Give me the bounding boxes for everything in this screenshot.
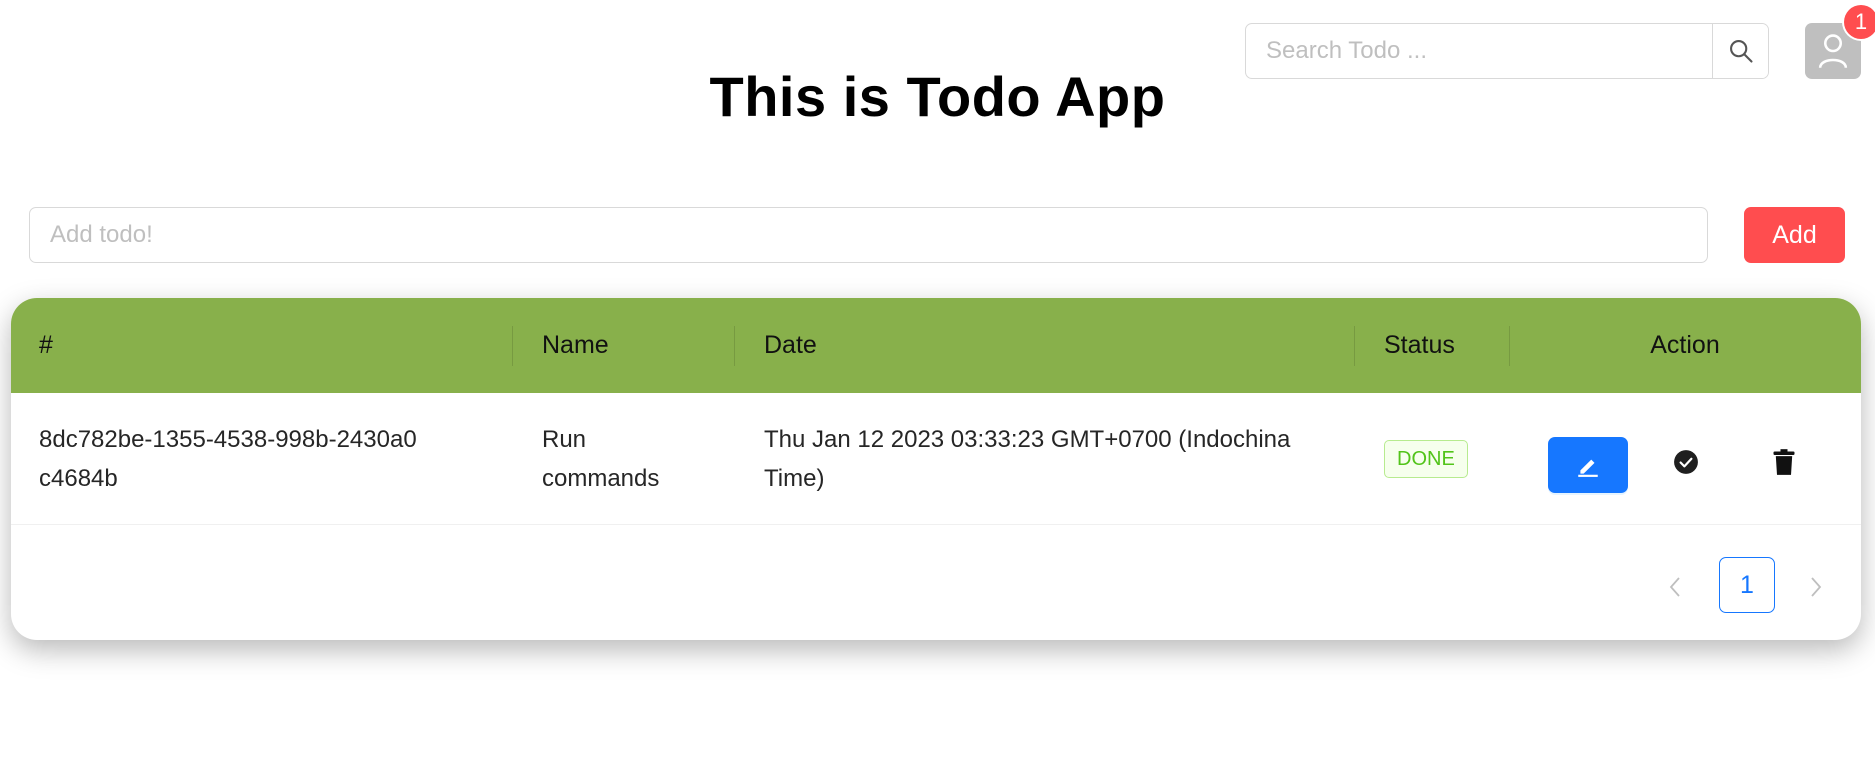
- column-header-status: Status: [1384, 331, 1455, 359]
- pagination-prev[interactable]: [1655, 559, 1695, 615]
- column-header-date: Date: [764, 331, 817, 359]
- todo-date-cell: Thu Jan 12 2023 03:33:23 GMT+0700 (Indoc…: [764, 393, 1324, 525]
- add-todo-input[interactable]: [29, 207, 1708, 263]
- todo-app: 1 This is Todo App Add # Name Date Statu…: [0, 0, 1875, 779]
- todo-status-cell: DONE: [1384, 393, 1494, 525]
- column-divider: [1354, 326, 1355, 366]
- table-header: # Name Date Status Action: [11, 298, 1861, 393]
- notification-badge: 1: [1844, 5, 1875, 39]
- add-button[interactable]: Add: [1744, 207, 1845, 263]
- column-header-id: #: [39, 331, 53, 359]
- todo-name-cell: Run commands: [542, 393, 682, 525]
- todo-id: 8dc782be-1355-4538-998b-2430a0c4684b: [39, 426, 417, 492]
- edit-button[interactable]: [1548, 437, 1628, 493]
- chevron-left-icon: [1669, 577, 1680, 597]
- column-divider: [734, 326, 735, 366]
- column-header-action: Action: [1650, 331, 1720, 359]
- edit-icon: [1578, 459, 1598, 477]
- column-header-name: Name: [542, 331, 609, 359]
- status-badge: DONE: [1384, 440, 1468, 478]
- search-icon: [1729, 40, 1753, 63]
- pagination-next[interactable]: [1796, 559, 1836, 615]
- complete-button[interactable]: [1671, 447, 1701, 477]
- trash-icon: [1773, 449, 1795, 475]
- todo-table: # Name Date Status Action 8dc782be-1355-…: [11, 298, 1861, 640]
- check-circle-icon: [1674, 450, 1698, 474]
- page-title: This is Todo App: [709, 65, 1166, 128]
- todo-id-cell: 8dc782be-1355-4538-998b-2430a0c4684b: [39, 393, 419, 525]
- delete-button[interactable]: [1769, 446, 1799, 478]
- column-divider: [512, 326, 513, 366]
- chevron-right-icon: [1811, 577, 1822, 597]
- pagination-page[interactable]: 1: [1719, 557, 1775, 613]
- todo-name: Run commands: [542, 426, 660, 492]
- todo-date: Thu Jan 12 2023 03:33:23 GMT+0700 (Indoc…: [764, 426, 1291, 492]
